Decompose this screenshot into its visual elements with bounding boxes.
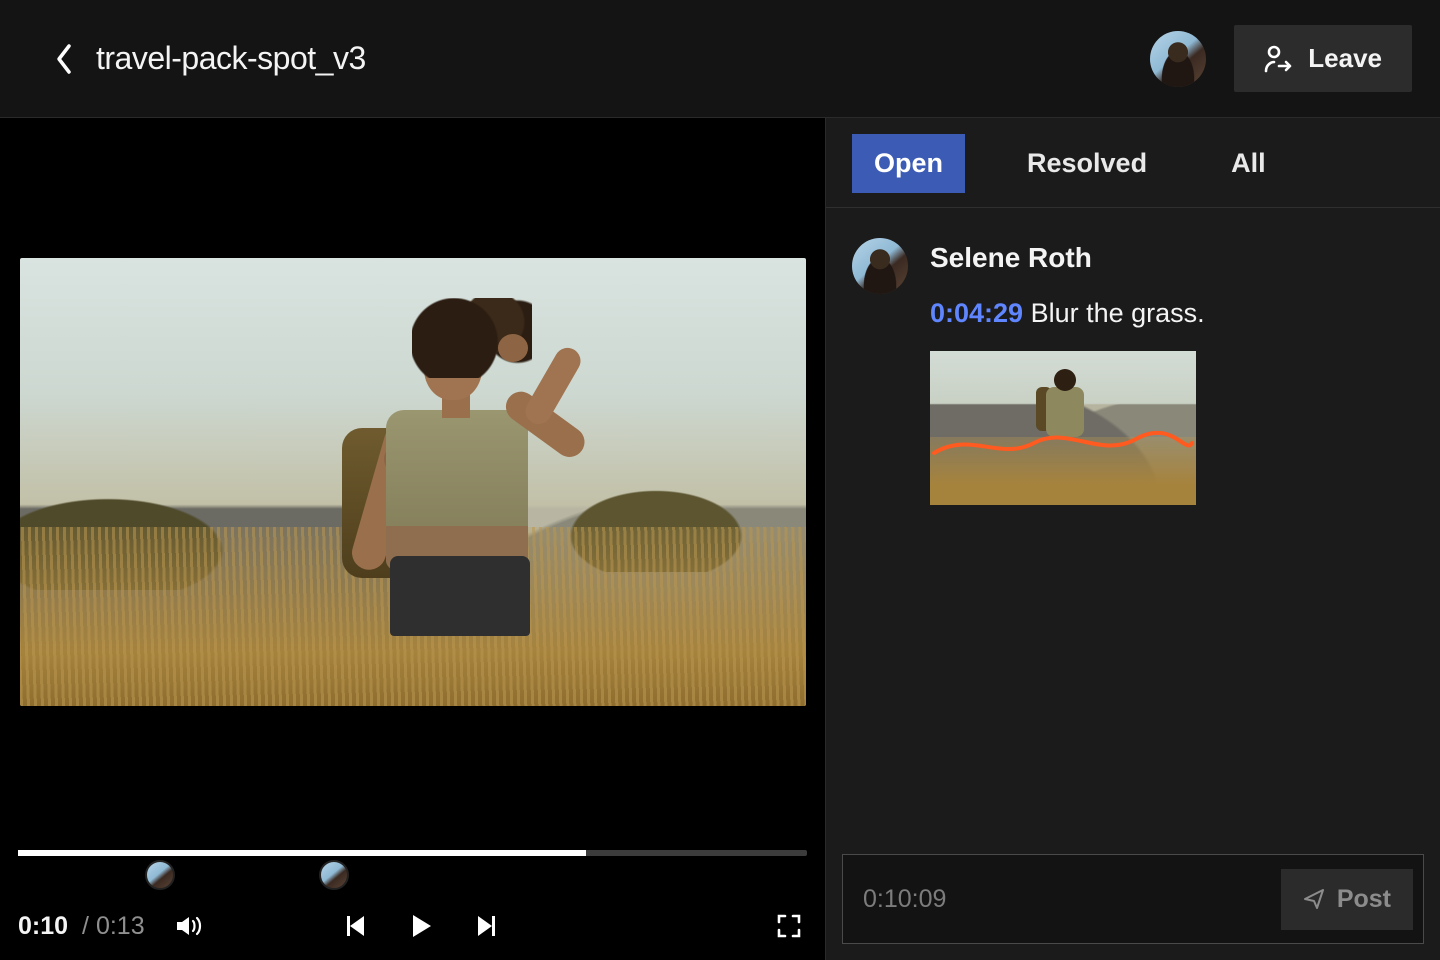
comment-avatar [852, 238, 908, 294]
comments-panel: Open Resolved All Selene Roth 0:04:29 Bl… [826, 118, 1440, 960]
play-icon [409, 913, 433, 939]
tab-resolved[interactable]: Resolved [1005, 134, 1169, 193]
comment-author: Selene Roth [930, 242, 1414, 274]
comment-tabs: Open Resolved All [826, 118, 1440, 208]
volume-icon [174, 911, 204, 941]
comment-text: Blur the grass. [1031, 298, 1205, 328]
step-back-button[interactable] [339, 908, 375, 944]
file-title: travel-pack-spot_v3 [96, 40, 366, 77]
comment-composer[interactable]: 0:10:09 Post [842, 854, 1424, 944]
comment-marker[interactable] [145, 860, 175, 890]
volume-button[interactable] [171, 908, 207, 944]
tab-all[interactable]: All [1209, 134, 1288, 193]
chevron-left-icon [54, 43, 74, 75]
annotation-stroke [930, 425, 1196, 465]
step-forward-button[interactable] [467, 908, 503, 944]
back-button[interactable] [44, 39, 84, 79]
fullscreen-button[interactable] [771, 908, 807, 944]
person-leave-icon [1264, 44, 1294, 74]
step-back-icon [344, 913, 370, 939]
video-content-hiker [302, 298, 602, 698]
timeline-scrubber[interactable] [18, 850, 807, 856]
duration-time: / 0:13 [82, 912, 145, 941]
comment-timecode[interactable]: 0:04:29 [930, 298, 1023, 328]
comment-marker[interactable] [319, 860, 349, 890]
header-bar: travel-pack-spot_v3 Leave [0, 0, 1440, 118]
tab-open[interactable]: Open [852, 134, 965, 193]
step-forward-icon [472, 913, 498, 939]
current-time: 0:10 [18, 912, 68, 941]
play-button[interactable] [403, 908, 439, 944]
timeline-progress [18, 850, 586, 856]
fullscreen-icon [776, 913, 802, 939]
post-label: Post [1337, 885, 1391, 914]
user-avatar[interactable] [1150, 31, 1206, 87]
leave-button[interactable]: Leave [1234, 25, 1412, 92]
player-controls: 0:10 / 0:13 [0, 826, 825, 960]
post-button[interactable]: Post [1281, 869, 1413, 930]
comment-thumbnail[interactable] [930, 351, 1196, 505]
send-icon [1303, 888, 1325, 910]
leave-label: Leave [1308, 43, 1382, 74]
video-panel: 0:10 / 0:13 [0, 118, 826, 960]
composer-timecode: 0:10:09 [863, 885, 1281, 914]
video-frame[interactable] [20, 258, 806, 706]
comment-item[interactable]: Selene Roth 0:04:29 Blur the grass. [852, 238, 1414, 505]
